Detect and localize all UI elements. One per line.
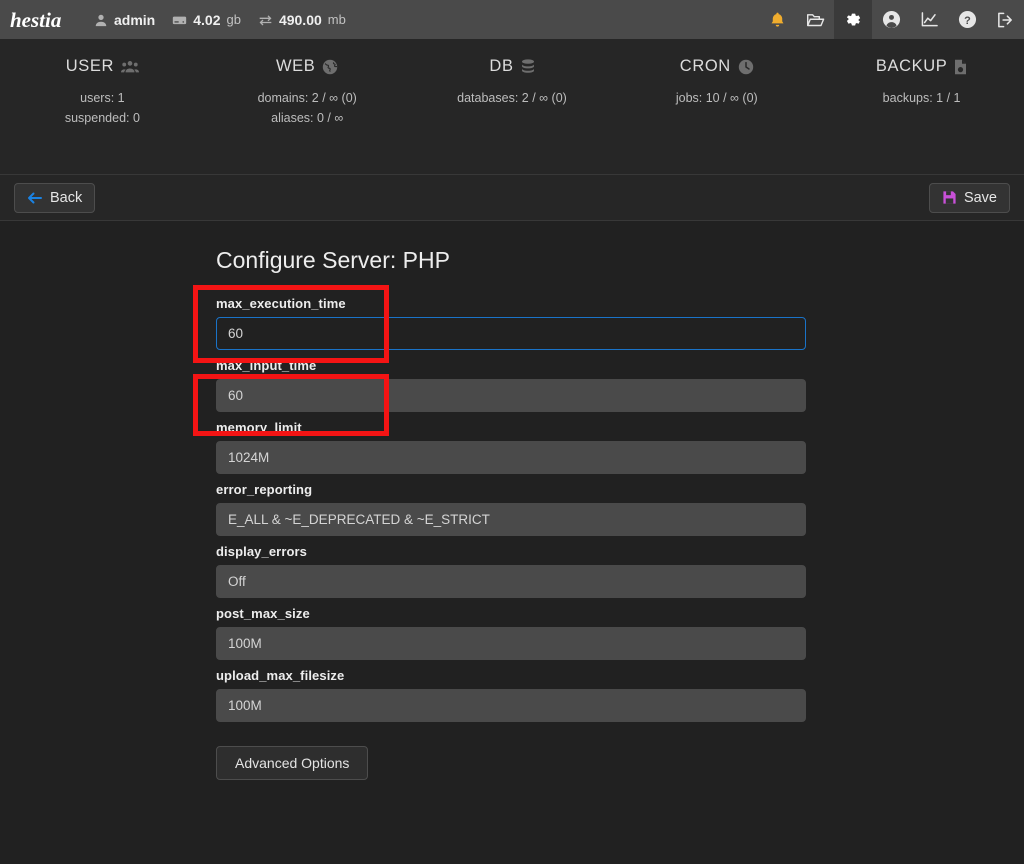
logout-icon[interactable] [986, 0, 1024, 39]
field-max-execution-time: max_execution_time [216, 296, 806, 350]
arrow-left-icon [27, 191, 43, 205]
globe-icon [322, 59, 338, 75]
clock-icon [738, 59, 754, 75]
help-icon[interactable]: ? [948, 0, 986, 39]
top-bar-stats: admin 4.02 gb 490.00 mb [94, 12, 346, 28]
stat-card-user[interactable]: USER users: 1 suspended: 0 [0, 57, 205, 174]
stat-card-cron-title: CRON [680, 57, 731, 76]
php-config-form: Configure Server: PHP max_execution_time… [216, 247, 806, 780]
stat-card-user-line-0: users: 1 [0, 88, 205, 108]
save-button[interactable]: Save [929, 183, 1010, 213]
field-memory-limit: memory_limit [216, 420, 806, 474]
stats-panel: USER users: 1 suspended: 0 WEB [0, 39, 1024, 174]
field-post-max-size: post_max_size [216, 606, 806, 660]
top-stat-bandwidth: 490.00 mb [258, 12, 346, 28]
advanced-options-button[interactable]: Advanced Options [216, 746, 368, 780]
back-button[interactable]: Back [14, 183, 95, 213]
stat-card-cron[interactable]: CRON jobs: 10 / ∞ (0) [614, 57, 819, 174]
stat-card-user-header: USER [0, 57, 205, 76]
stat-card-db-header: DB [410, 57, 615, 76]
stat-card-web[interactable]: WEB domains: 2 / ∞ (0) aliases: 0 / ∞ [205, 57, 410, 174]
notifications-icon[interactable] [758, 0, 796, 39]
file-manager-icon[interactable] [796, 0, 834, 39]
user-account-icon[interactable] [872, 0, 910, 39]
max-input-time-input[interactable] [216, 379, 806, 412]
top-stat-bandwidth-unit: mb [328, 12, 346, 27]
field-error-reporting-label: error_reporting [216, 482, 806, 497]
field-post-max-size-label: post_max_size [216, 606, 806, 621]
save-button-label: Save [964, 190, 997, 206]
main-content: Configure Server: PHP max_execution_time… [0, 221, 1024, 863]
field-display-errors-label: display_errors [216, 544, 806, 559]
field-max-execution-time-label: max_execution_time [216, 296, 806, 311]
stat-card-db-title: DB [489, 57, 513, 76]
svg-text:hestia: hestia [10, 8, 61, 32]
stat-card-web-line-0: domains: 2 / ∞ (0) [205, 88, 410, 108]
stat-card-web-header: WEB [205, 57, 410, 76]
error-reporting-input[interactable] [216, 503, 806, 536]
stat-card-backup-line-0: backups: 1 / 1 [819, 88, 1024, 108]
field-upload-max-filesize-label: upload_max_filesize [216, 668, 806, 683]
field-error-reporting: error_reporting [216, 482, 806, 536]
action-toolbar: Back Save [0, 174, 1024, 221]
stat-card-web-line-1: aliases: 0 / ∞ [205, 108, 410, 128]
field-upload-max-filesize: upload_max_filesize [216, 668, 806, 722]
field-max-input-time: max_input_time [216, 358, 806, 412]
field-memory-limit-label: memory_limit [216, 420, 806, 435]
stat-card-backup[interactable]: BACKUP backups: 1 / 1 [819, 57, 1024, 174]
upload-max-filesize-input[interactable] [216, 689, 806, 722]
field-max-input-time-label: max_input_time [216, 358, 806, 373]
top-stat-storage: 4.02 gb [172, 12, 241, 28]
database-icon [521, 59, 535, 75]
post-max-size-input[interactable] [216, 627, 806, 660]
user-icon [94, 13, 108, 27]
stat-card-cron-header: CRON [614, 57, 819, 76]
back-button-label: Back [50, 190, 82, 206]
top-bar-icon-group: ? [758, 0, 1024, 39]
page-title: Configure Server: PHP [216, 247, 806, 274]
stat-card-cron-line-0: jobs: 10 / ∞ (0) [614, 88, 819, 108]
server-settings-icon[interactable] [834, 0, 872, 39]
top-stat-user: admin [94, 12, 155, 28]
field-display-errors: display_errors [216, 544, 806, 598]
top-stat-storage-value: 4.02 [193, 12, 220, 28]
save-floppy-icon [942, 190, 957, 205]
hestia-logo[interactable]: hestia [8, 5, 72, 35]
storage-icon [172, 13, 187, 27]
display-errors-input[interactable] [216, 565, 806, 598]
memory-limit-input[interactable] [216, 441, 806, 474]
max-execution-time-input[interactable] [216, 317, 806, 350]
stat-card-user-title: USER [66, 57, 114, 76]
svg-text:?: ? [964, 15, 971, 27]
users-icon [121, 59, 139, 75]
stat-card-web-title: WEB [276, 57, 315, 76]
stat-card-backup-header: BACKUP [819, 57, 1024, 76]
top-bar: hestia admin 4.02 gb [0, 0, 1024, 39]
stat-card-db[interactable]: DB databases: 2 / ∞ (0) [410, 57, 615, 174]
backup-file-icon [954, 59, 967, 75]
top-stat-storage-unit: gb [226, 12, 240, 27]
stat-card-backup-title: BACKUP [876, 57, 947, 76]
top-stat-user-value: admin [114, 12, 155, 28]
stat-card-user-line-1: suspended: 0 [0, 108, 205, 128]
bandwidth-icon [258, 13, 273, 27]
top-stat-bandwidth-value: 490.00 [279, 12, 322, 28]
stat-card-db-line-0: databases: 2 / ∞ (0) [410, 88, 615, 108]
statistics-icon[interactable] [910, 0, 948, 39]
